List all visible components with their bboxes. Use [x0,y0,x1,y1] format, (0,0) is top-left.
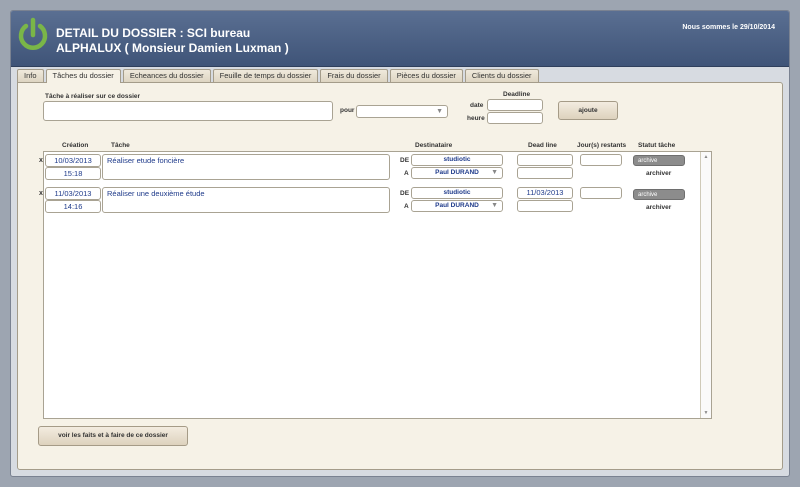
task-input-label: Tâche à réaliser sur ce dossier [45,93,141,100]
view-facts-button[interactable]: voir les faits et à faire de ce dossier [38,426,188,446]
tab-bar: Info Tâches du dossier Echeances du doss… [17,69,541,83]
delete-task-button[interactable]: x [39,157,43,164]
page-title-line1: DETAIL DU DOSSIER : SCI bureau [56,26,251,40]
chevron-down-icon: ▼ [491,202,498,209]
col-deadline: Dead line [528,142,557,149]
task-time[interactable]: 14:16 [45,200,101,213]
date-label: date [470,102,484,109]
pour-label: pour [340,107,355,114]
task-date[interactable]: 11/03/2013 [45,187,101,200]
tab-taches[interactable]: Tâches du dossier [45,69,121,83]
task-time[interactable]: 15:18 [45,167,101,180]
task-days-remaining[interactable] [580,154,622,166]
pour-select[interactable]: ▼ [356,105,448,118]
chevron-down-icon: ▼ [491,169,498,176]
chevron-down-icon: ▼ [436,108,443,115]
tab-info[interactable]: Info [17,69,44,82]
current-date: Nous sommes le 29/10/2014 [682,24,775,31]
triangle-down-icon[interactable]: ▼ [701,410,711,416]
tab-clients[interactable]: Clients du dossier [464,69,539,82]
deadline-time-input[interactable] [487,112,543,124]
recipient-value: Paul DURAND [435,202,479,209]
status-badge: archive [633,155,685,166]
heure-label: heure [467,115,485,122]
dossier-window: DETAIL DU DOSSIER : SCI bureau ALPHALUX … [10,10,790,477]
sender-field[interactable]: studiotic [411,187,503,199]
page-title-line2: ALPHALUX ( Monsieur Damien Luxman ) [56,41,289,55]
tab-frais[interactable]: Frais du dossier [320,69,388,82]
triangle-up-icon[interactable]: ▲ [701,154,711,160]
col-jours: Jour(s) restants [577,142,627,149]
task-description[interactable]: Réaliser une deuxième étude [102,187,390,213]
recipient-value: Paul DURAND [435,169,479,176]
task-deadline[interactable]: 11/03/2013 [517,187,573,199]
status-badge: archive [633,189,685,200]
de-label: DE [400,157,410,164]
task-date[interactable]: 10/03/2013 [45,154,101,167]
add-task-button[interactable]: ajoute [558,101,618,120]
deadline-label: Deadline [503,91,531,98]
sender-field[interactable]: studiotic [411,154,503,166]
task-days-remaining[interactable] [580,187,622,199]
a-label: A [404,170,409,177]
power-icon [18,17,48,50]
col-statut: Statut tâche [638,142,676,149]
deadline-date-input[interactable] [487,99,543,111]
tab-echeances[interactable]: Echeances du dossier [122,69,211,82]
col-tache: Tâche [111,142,130,149]
col-creation: Création [62,142,89,149]
a-label: A [404,203,409,210]
task-deadline-time[interactable] [517,167,573,179]
task-deadline-time[interactable] [517,200,573,212]
header-bar: DETAIL DU DOSSIER : SCI bureau ALPHALUX … [11,11,789,67]
de-label: DE [400,190,410,197]
recipient-select[interactable]: Paul DURAND ▼ [411,200,503,212]
tasks-panel: Tâche à réaliser sur ce dossier pour ▼ D… [17,82,783,470]
tab-pieces[interactable]: Pièces du dossier [389,69,463,82]
recipient-select[interactable]: Paul DURAND ▼ [411,167,503,179]
task-description[interactable]: Réaliser etude foncière [102,154,390,180]
scrollbar[interactable]: ▲ ▼ [700,152,711,418]
archive-button[interactable]: archiver [646,204,671,211]
tab-feuille-temps[interactable]: Feuille de temps du dossier [212,69,319,82]
archive-button[interactable]: archiver [646,170,671,177]
delete-task-button[interactable]: x [39,190,43,197]
col-destinataire: Destinataire [415,142,453,149]
task-input[interactable] [43,101,333,121]
task-deadline[interactable] [517,154,573,166]
